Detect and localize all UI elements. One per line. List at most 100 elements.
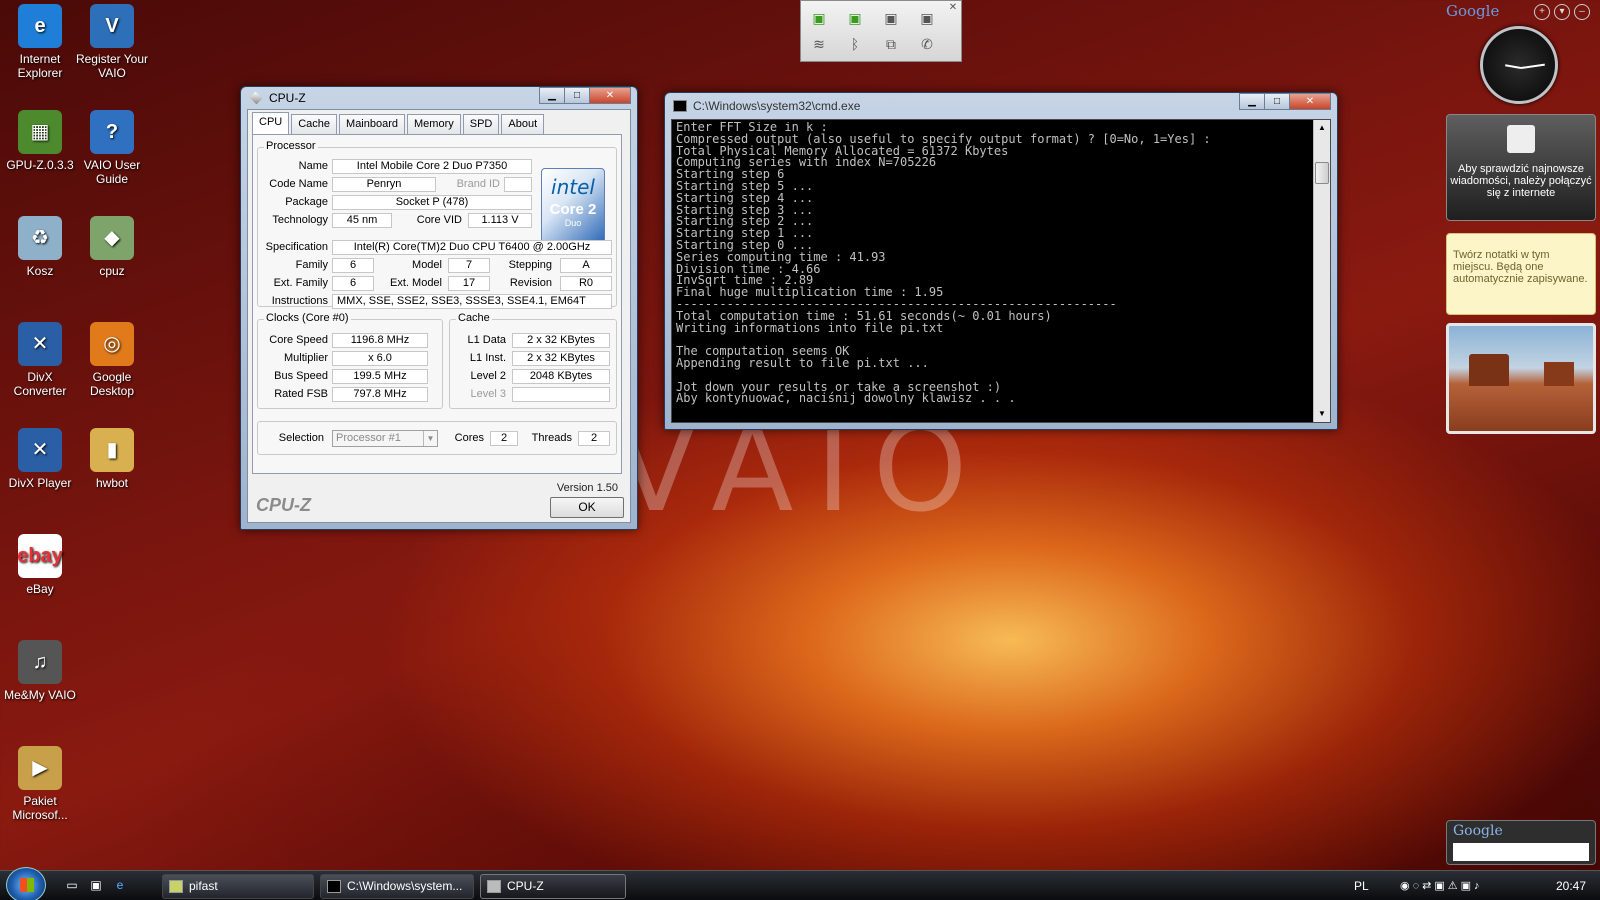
desktop-icon[interactable]: ? VAIO User Guide xyxy=(72,110,152,186)
minimize-button[interactable]: ▁ xyxy=(1239,93,1265,110)
google-search-input[interactable] xyxy=(1453,843,1589,861)
desktop-icon[interactable]: ♻ Kosz xyxy=(0,216,80,278)
processor-select-value: Processor #1 xyxy=(336,432,401,444)
desktop-icon[interactable]: V Register Your VAIO xyxy=(72,4,152,80)
close-button[interactable]: ✕ xyxy=(589,87,631,104)
desktop-icon[interactable]: ▦ GPU-Z.0.3.3 xyxy=(0,110,80,172)
brandid-label: Brand ID xyxy=(456,178,500,190)
tray-icons[interactable]: ◉◌⇄▣⚠▣♪ xyxy=(1400,879,1483,892)
cache-group-title: Cache xyxy=(456,312,492,324)
phone-icon: ✆ xyxy=(921,36,933,52)
google-search-gadget: Google xyxy=(1446,820,1596,865)
clock-time[interactable]: 20:47 xyxy=(1556,879,1586,893)
ext-model-value: 17 xyxy=(448,276,490,291)
codename-label: Code Name xyxy=(269,178,328,190)
maximize-button[interactable]: □ xyxy=(1264,93,1290,110)
threads-value: 2 xyxy=(578,431,610,446)
scroll-thumb[interactable] xyxy=(1315,162,1329,184)
desktop-icon[interactable]: ▮ hwbot xyxy=(72,428,152,490)
ie-quicklaunch-icon[interactable]: e xyxy=(112,878,128,894)
tab-memory[interactable]: Memory xyxy=(407,114,461,134)
desktop-icon-label: DivX Player xyxy=(8,476,72,490)
clocks-group-title: Clocks (Core #0) xyxy=(264,312,351,324)
stepping-label: Stepping xyxy=(508,259,552,271)
processor-select[interactable]: Processor #1 ▼ xyxy=(332,430,438,447)
desktop-icon[interactable]: ebay eBay xyxy=(0,534,80,596)
desktop-icon-label: Kosz xyxy=(26,264,54,278)
desktop-icon-label: Me&My VAIO xyxy=(4,688,76,702)
desktop-icon[interactable]: ▶ Pakiet Microsof... xyxy=(0,746,80,822)
maximize-button[interactable]: □ xyxy=(564,87,590,104)
tab-cache[interactable]: Cache xyxy=(291,114,338,134)
taskbar-button[interactable]: C:\Windows\system... xyxy=(320,874,474,899)
desktop-icon[interactable]: e Internet Explorer xyxy=(0,4,80,80)
tab-mainboard[interactable]: Mainboard xyxy=(339,114,406,134)
cpuz-icon xyxy=(487,880,501,893)
sidebar-menu-icon[interactable]: ▾ xyxy=(1554,4,1570,20)
start-button[interactable] xyxy=(6,867,46,900)
desktop-icon[interactable]: ◎ Google Desktop xyxy=(72,322,152,398)
switch-windows-icon[interactable]: ▣ xyxy=(88,878,104,894)
notes-gadget[interactable]: Twórz notatki w tym miejscu. Będą one au… xyxy=(1446,233,1596,315)
cores-label: Cores xyxy=(454,432,484,444)
modem-toggle-icon[interactable]: ▣ xyxy=(915,7,939,29)
windows-logo-icon xyxy=(20,878,34,892)
language-indicator[interactable]: PL xyxy=(1354,879,1369,893)
taskbar: ▭ ▣ e pifast C:\Windows\system... CPU-Z PL… xyxy=(0,867,1600,900)
level3-label: Level 3 xyxy=(470,388,506,400)
cpuz-icon: ◆ xyxy=(90,216,134,260)
desktop-icon[interactable]: ✕ DivX Player xyxy=(0,428,80,490)
cpuz-window-icon xyxy=(249,91,263,105)
tab-cpu[interactable]: CPU xyxy=(252,112,290,134)
corevid-value: 1.113 V xyxy=(468,213,532,228)
wireless-toggle-icon[interactable]: ▣ xyxy=(807,7,831,29)
taskbar-button[interactable]: pifast xyxy=(162,874,314,899)
tab-about[interactable]: About xyxy=(501,114,545,134)
wifi-signal-icon: ≋ xyxy=(813,36,825,52)
desktop-icon-label: hwbot xyxy=(95,476,129,490)
desktop-icon[interactable]: ✕ DivX Converter xyxy=(0,322,80,398)
google-desktop-icon: ◎ xyxy=(90,322,134,366)
l1-data-label: L1 Data xyxy=(467,334,506,346)
multiplier-value: x 6.0 xyxy=(332,351,428,366)
taskbar-button[interactable]: CPU-Z xyxy=(480,874,626,899)
scroll-down-icon[interactable]: ▼ xyxy=(1315,407,1329,421)
bluetooth-toggle-icon[interactable]: ▣ xyxy=(843,7,867,29)
folder-icon: ▮ xyxy=(90,428,134,472)
minimize-button[interactable]: ▁ xyxy=(539,87,565,104)
selection-group: Selection Processor #1 ▼ Cores 2 Threads… xyxy=(257,421,617,455)
close-button[interactable]: ✕ xyxy=(1289,93,1331,110)
ok-button[interactable]: OK xyxy=(550,497,624,518)
tab-spd[interactable]: SPD xyxy=(462,114,500,134)
slideshow-gadget[interactable] xyxy=(1446,323,1596,434)
sidebar-minimize-icon[interactable]: – xyxy=(1574,4,1590,20)
desktop-icon-label: VAIO User Guide xyxy=(83,158,141,186)
desktop-icon-label: eBay xyxy=(26,582,54,596)
cmd-titlebar[interactable]: C:\Windows\system32\cmd.exe xyxy=(665,93,1337,119)
photo-butte xyxy=(1469,354,1509,386)
network-icon: ⧉ xyxy=(886,36,896,52)
desktop-icon-label: Internet Explorer xyxy=(17,52,63,80)
vertical-scrollbar[interactable]: ▲ ▼ xyxy=(1313,120,1330,422)
pifast-icon xyxy=(169,880,183,893)
console-line: Appending result to file pi.txt ... xyxy=(676,355,929,370)
cpuz-body: CPU Cache Mainboard Memory SPD About Processo… xyxy=(247,109,631,523)
clock-gadget[interactable] xyxy=(1480,26,1558,104)
news-gadget[interactable]: Aby sprawdzić najnowsze wiadomości, nale… xyxy=(1446,114,1596,221)
cmd-icon xyxy=(327,880,341,893)
desktop-icon[interactable]: ◆ cpuz xyxy=(72,216,152,278)
close-icon[interactable]: ✕ xyxy=(941,0,965,19)
office-package-icon: ▶ xyxy=(18,746,62,790)
cmd-console[interactable]: Enter FFT Size in k : Compressed output (… xyxy=(671,119,1331,423)
show-desktop-icon[interactable]: ▭ xyxy=(64,878,80,894)
desktop-icon-label: Google Desktop xyxy=(89,370,135,398)
add-gadget-icon[interactable]: + xyxy=(1534,4,1550,20)
scroll-up-icon[interactable]: ▲ xyxy=(1315,121,1329,135)
console-line: Writing informations into file pi.txt xyxy=(676,320,944,335)
cores-value: 2 xyxy=(490,431,518,446)
sidebar-brand: Google xyxy=(1446,2,1500,20)
name-label: Name xyxy=(298,160,328,172)
lan-toggle-icon[interactable]: ▣ xyxy=(879,7,903,29)
desktop-icon[interactable]: ♫ Me&My VAIO xyxy=(0,640,80,702)
vaio-guide-icon: ? xyxy=(90,110,134,154)
